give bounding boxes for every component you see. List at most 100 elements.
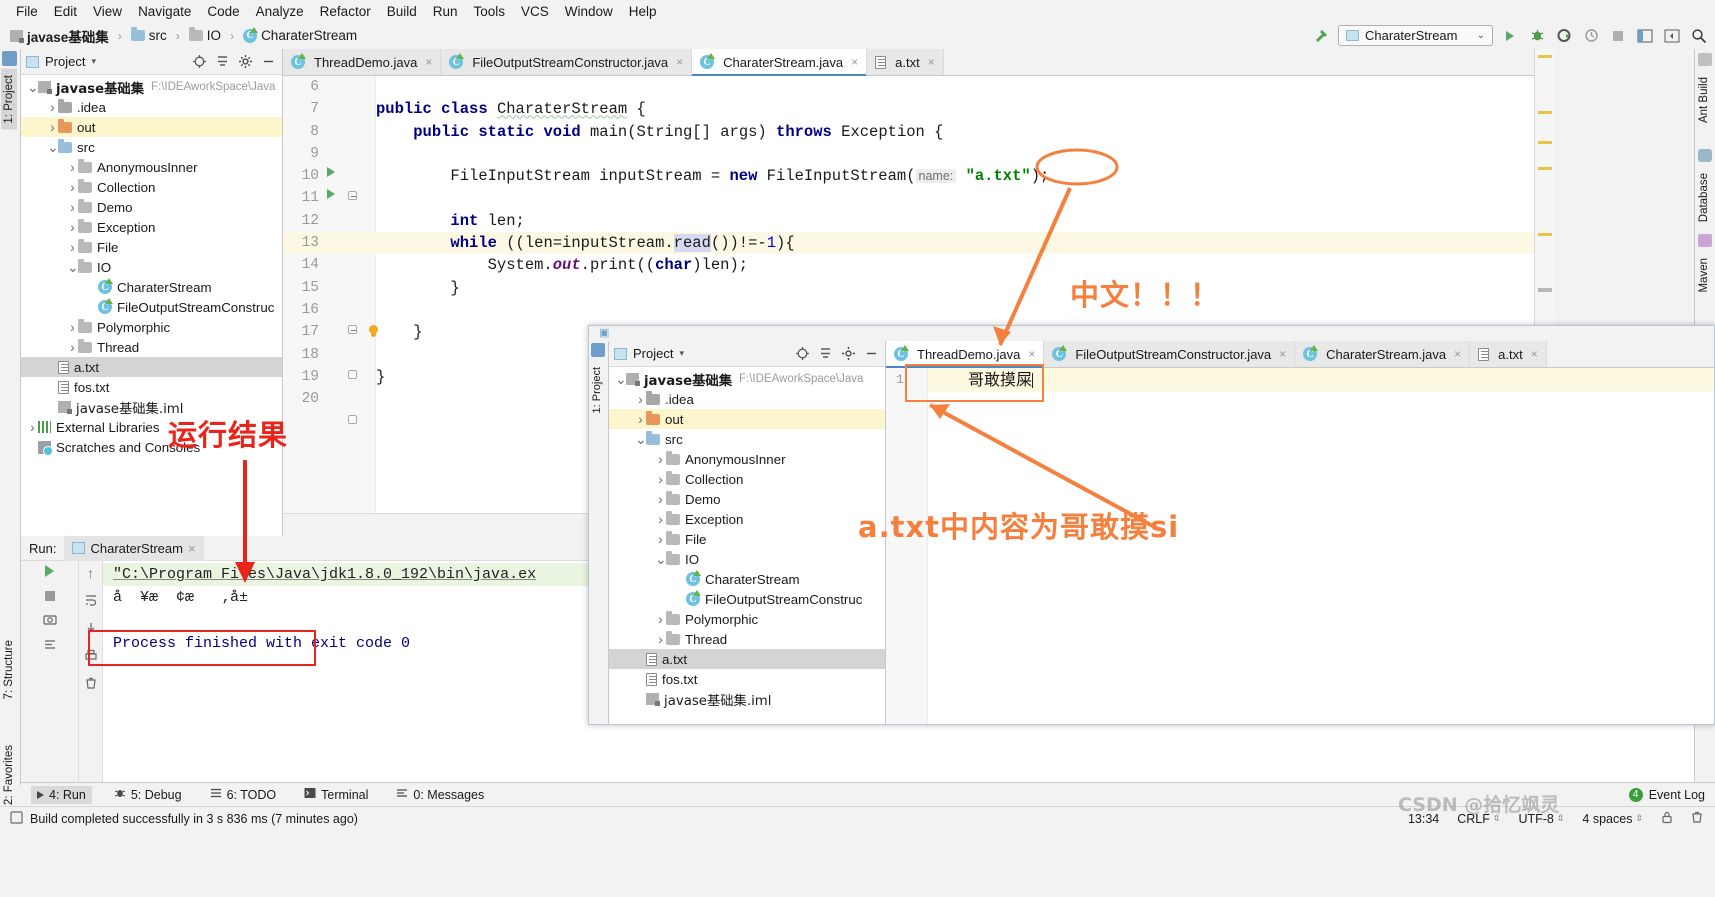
inset-project-panel-icon[interactable] xyxy=(591,343,605,357)
chevron-down-icon[interactable]: ⌄ xyxy=(655,552,667,566)
chevron-right-icon[interactable]: › xyxy=(635,411,646,427)
marker-caret[interactable] xyxy=(1538,288,1552,292)
sidebar-item-favorites[interactable]: 2: Favorites xyxy=(1,739,17,811)
run-gutter-icon-line8[interactable] xyxy=(327,189,335,199)
marker-warning-2[interactable] xyxy=(1538,111,1552,114)
editor-tab-fileoutputstreamconstructor-java[interactable]: C FileOutputStreamConstructor.java × xyxy=(1044,341,1296,367)
chevron-down-icon[interactable]: ⌄ xyxy=(635,432,647,446)
tree-item-a-txt[interactable]: a.txt xyxy=(21,357,282,377)
close-icon[interactable]: × xyxy=(188,541,196,556)
tree-item-io[interactable]: ⌄ IO xyxy=(21,257,282,277)
tree-item-fileoutputstreamconstruc[interactable]: C FileOutputStreamConstruc xyxy=(21,297,282,317)
code-line[interactable]: 8 public static void main(String[] args)… xyxy=(283,121,1534,143)
inset-project-tree[interactable]: ⌄ javase基础集 F:\IDEAworkSpace\Java › .idea › ou… xyxy=(609,367,885,724)
chevron-right-icon[interactable]: › xyxy=(67,219,78,235)
run-icon[interactable] xyxy=(1500,26,1520,46)
camera-icon[interactable] xyxy=(42,613,57,629)
trash-icon[interactable] xyxy=(1691,811,1703,827)
tree-item-out[interactable]: › out xyxy=(21,117,282,137)
tree-item--idea[interactable]: › .idea xyxy=(609,389,885,409)
wrap-icon[interactable] xyxy=(84,593,98,609)
bottom-tab-todo[interactable]: 6: TODO xyxy=(204,785,283,804)
chevron-down-icon[interactable]: ⌄ xyxy=(67,260,79,274)
editor-tab-a-txt[interactable]: a.txt × xyxy=(1470,341,1547,367)
tree-item--idea[interactable]: › .idea xyxy=(21,97,282,117)
sidebar-item-ant-build[interactable]: Ant Build xyxy=(1696,71,1712,129)
bottom-tab-messages[interactable]: 0: Messages xyxy=(390,785,490,804)
inset-editor-gutter[interactable] xyxy=(886,368,928,724)
chevron-right-icon[interactable]: › xyxy=(655,511,666,527)
sidebar-item-maven[interactable]: Maven xyxy=(1696,252,1712,299)
tree-item-thread[interactable]: › Thread xyxy=(21,337,282,357)
close-icon[interactable]: × xyxy=(928,55,935,69)
tree-item-a-txt[interactable]: a.txt xyxy=(609,649,885,669)
chevron-down-icon[interactable]: ⌄ xyxy=(47,140,59,154)
close-icon[interactable]: × xyxy=(1028,347,1035,361)
tree-item-scratches-and-consoles[interactable]: Scratches and Consoles xyxy=(21,437,282,457)
menu-item-analyze[interactable]: Analyze xyxy=(248,3,312,20)
tree-item-javase-[interactable]: ⌄ javase基础集 F:\IDEAworkSpace\Java xyxy=(609,369,885,389)
close-icon[interactable]: × xyxy=(1279,347,1286,361)
chevron-right-icon[interactable]: › xyxy=(47,99,58,115)
code-line[interactable]: 14 System.out.print((char)len); xyxy=(283,254,1534,276)
tree-item-charaterstream[interactable]: C CharaterStream xyxy=(609,569,885,589)
fold-marker-line15[interactable] xyxy=(348,370,357,379)
tree-item-fos-txt[interactable]: fos.txt xyxy=(21,377,282,397)
tree-item-demo[interactable]: › Demo xyxy=(21,197,282,217)
chevron-right-icon[interactable]: › xyxy=(67,239,78,255)
hammer-icon[interactable] xyxy=(1311,26,1331,46)
close-icon[interactable]: × xyxy=(1531,347,1538,361)
editor-tab-charaterstream-java[interactable]: C CharaterStream.java × xyxy=(692,49,868,76)
chevron-right-icon[interactable]: › xyxy=(655,491,666,507)
tree-item-io[interactable]: ⌄ IO xyxy=(609,549,885,569)
tree-item-fileoutputstreamconstruc[interactable]: C FileOutputStreamConstruc xyxy=(609,589,885,609)
menu-item-code[interactable]: Code xyxy=(199,3,247,20)
sidebar-item-database[interactable]: Database xyxy=(1696,167,1712,228)
breadcrumb-package[interactable]: IO xyxy=(207,28,221,43)
chevron-right-icon[interactable]: › xyxy=(27,419,38,435)
tree-item-src[interactable]: ⌄ src xyxy=(609,429,885,449)
tree-item-external-libraries[interactable]: › External Libraries xyxy=(21,417,282,437)
marker-warning-5[interactable] xyxy=(1538,233,1552,236)
inset-screenshot-window[interactable]: ▣ 1: Project Project ▾ ⌄ javase基础集 F:\ID… xyxy=(588,325,1715,725)
code-line[interactable]: 10 FileInputStream inputStream = new Fil… xyxy=(283,165,1534,187)
tree-item-javase-iml[interactable]: javase基础集.iml xyxy=(609,689,885,709)
inset-code-line[interactable]: 哥敢摸屎 xyxy=(928,368,1714,392)
run-configuration-selector[interactable]: CharaterStream ⌄ xyxy=(1338,25,1493,46)
hide-icon[interactable] xyxy=(863,345,880,362)
ant-build-icon[interactable] xyxy=(1698,53,1712,66)
settings-gear-icon[interactable] xyxy=(840,345,857,362)
status-indent[interactable]: 4 spaces ⇳ xyxy=(1582,812,1643,826)
code-line[interactable]: 11 xyxy=(283,187,1534,209)
menu-item-tools[interactable]: Tools xyxy=(466,3,514,20)
code-line[interactable]: 15 } xyxy=(283,277,1534,299)
editor-tab-a-txt[interactable]: a.txt × xyxy=(867,49,944,75)
menu-item-edit[interactable]: Edit xyxy=(46,3,85,20)
marker-warning-4[interactable] xyxy=(1538,167,1552,170)
tree-item-javase-iml[interactable]: javase基础集.iml xyxy=(21,397,282,417)
breadcrumb-file[interactable]: CharaterStream xyxy=(261,28,357,43)
close-icon[interactable]: × xyxy=(851,55,858,69)
chevron-down-icon[interactable]: ▾ xyxy=(91,56,96,67)
menu-item-refactor[interactable]: Refactor xyxy=(312,3,379,20)
tree-item-out[interactable]: › out xyxy=(609,409,885,429)
chevron-down-icon[interactable]: ▾ xyxy=(679,348,684,359)
chevron-right-icon[interactable]: › xyxy=(67,339,78,355)
editor-tab-fileoutputstreamconstructor-java[interactable]: C FileOutputStreamConstructor.java × xyxy=(441,49,693,75)
breadcrumb-project[interactable]: javase基础集 xyxy=(27,26,109,46)
bottom-tab-terminal[interactable]: Terminal xyxy=(298,785,374,804)
hide-icon[interactable] xyxy=(260,53,277,70)
menu-item-file[interactable]: File xyxy=(8,3,46,20)
tree-item-file[interactable]: › File xyxy=(21,237,282,257)
chevron-right-icon[interactable]: › xyxy=(655,451,666,467)
inset-code-editor[interactable]: 哥敢摸屎 1 xyxy=(886,368,1714,724)
close-icon[interactable]: × xyxy=(676,55,683,69)
up-arrow-icon[interactable]: ↑ xyxy=(87,565,94,581)
tree-item-thread[interactable]: › Thread xyxy=(609,629,885,649)
code-line[interactable]: 12 int len; xyxy=(283,210,1534,232)
close-icon[interactable]: × xyxy=(1454,347,1461,361)
code-line[interactable]: 7 public class CharaterStream { xyxy=(283,98,1534,120)
project-tree[interactable]: ⌄ javase基础集 F:\IDEAworkSpace\Java › .idea › ou… xyxy=(21,75,282,534)
stop-icon[interactable] xyxy=(44,589,55,604)
chevron-right-icon[interactable]: › xyxy=(67,199,78,215)
